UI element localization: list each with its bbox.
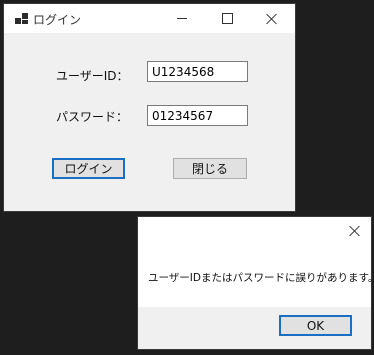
user-id-field[interactable] <box>147 61 248 82</box>
login-window: ログイン ユーザーID： パスワード： ログイン 閉じる <box>4 4 295 211</box>
login-button[interactable]: ログイン <box>52 158 125 179</box>
error-message: ユーザーIDまたはパスワードに誤りがあります。 <box>148 272 374 284</box>
maximize-button[interactable] <box>204 4 250 33</box>
app-icon <box>15 13 28 24</box>
close-icon <box>266 13 278 25</box>
close-button[interactable]: 閉じる <box>173 158 247 179</box>
title-bar[interactable]: ログイン <box>4 4 295 33</box>
minimize-icon <box>177 18 187 19</box>
minimize-button[interactable] <box>159 4 205 33</box>
error-message-box: ユーザーIDまたはパスワードに誤りがあります。 OK <box>138 217 374 349</box>
close-icon <box>349 225 361 237</box>
window-title: ログイン <box>33 13 82 27</box>
ok-button[interactable]: OK <box>279 315 352 336</box>
password-label: パスワード： <box>56 110 129 124</box>
maximize-icon <box>221 13 233 24</box>
user-id-label: ユーザーID： <box>56 69 129 83</box>
password-field[interactable] <box>147 105 248 126</box>
message-close-button[interactable] <box>338 217 371 245</box>
close-window-button[interactable] <box>249 4 295 33</box>
message-footer: OK <box>138 307 371 349</box>
